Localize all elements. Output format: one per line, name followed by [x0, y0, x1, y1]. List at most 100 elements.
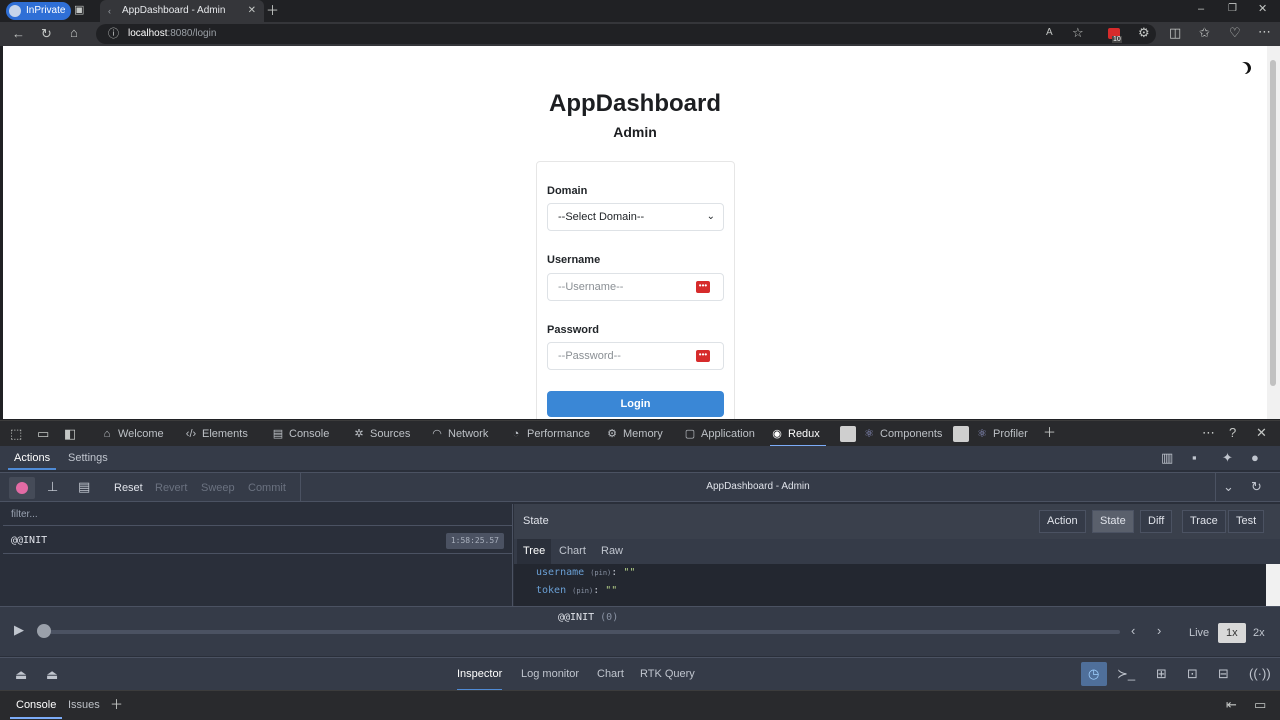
instance-selector[interactable]: AppDashboard - Admin	[300, 473, 1216, 501]
tab-state[interactable]: State	[1092, 510, 1134, 533]
github-icon[interactable]: ●	[1251, 450, 1259, 465]
scrollbar-thumb[interactable]	[1270, 60, 1276, 386]
bottom-panel-icon[interactable]: ⊟	[1218, 666, 1229, 682]
page-scrollbar[interactable]	[1267, 46, 1280, 419]
window-close-icon[interactable]: ✕	[1258, 4, 1267, 15]
tab-actions-icon[interactable]: ▣	[74, 5, 84, 16]
move-drawer-icon[interactable]: ⇤	[1226, 698, 1237, 711]
settings-more-icon[interactable]: ⋯	[1258, 25, 1271, 38]
tab-rtk-query[interactable]: RTK Query	[640, 658, 695, 691]
state-scrollbar[interactable]	[1266, 564, 1280, 606]
tab-action[interactable]: Action	[1039, 510, 1086, 533]
devtools-tab-profiler[interactable]: ⚛ Profiler	[953, 421, 1028, 447]
export-icon[interactable]: ⏏	[46, 667, 58, 683]
tab-test[interactable]: Test	[1228, 510, 1265, 533]
right-panel-icon[interactable]: ⊡	[1187, 666, 1198, 682]
play-icon[interactable]: ▶	[14, 622, 24, 638]
twitter-icon[interactable]: ✦	[1222, 450, 1233, 466]
devtools-tab-redux[interactable]: ◉ Redux	[770, 421, 826, 447]
refresh-icon[interactable]: ↻	[41, 27, 52, 40]
pin-icon[interactable]: ⊥	[47, 479, 58, 495]
speed-1x[interactable]: 1x	[1218, 623, 1246, 643]
tree-row[interactable]: username (pin): ""	[536, 567, 635, 578]
sweep-button[interactable]: Sweep	[201, 479, 235, 497]
device-emulation-icon[interactable]: ▭	[37, 427, 49, 440]
devtools-tab-network[interactable]: ◠ Network	[430, 421, 488, 447]
tab-actions[interactable]: Actions	[8, 446, 57, 470]
more-tabs-plus-icon[interactable]: ＋	[1043, 426, 1056, 439]
previous-icon[interactable]: ‹	[1131, 623, 1135, 638]
tab-inspector[interactable]: Inspector	[457, 658, 503, 691]
devtools-tab-application[interactable]: ▢ Application	[683, 421, 755, 447]
drawer-tab-issues[interactable]: Issues	[68, 691, 100, 719]
close-devtools-icon[interactable]: ✕	[1256, 426, 1267, 439]
domain-select[interactable]: --Select Domain-- ⌄	[547, 203, 724, 231]
reset-button[interactable]: Reset	[114, 479, 143, 497]
slider-handle[interactable]	[37, 624, 51, 638]
import-icon[interactable]: ⏏	[15, 667, 27, 683]
browser-essentials-icon[interactable]: ♡	[1229, 26, 1241, 39]
password-manager-icon[interactable]: •••	[696, 350, 710, 362]
drawer-tab-console[interactable]: Console	[10, 691, 63, 719]
next-icon[interactable]: ›	[1157, 623, 1161, 638]
toggle-sidebar-icon[interactable]: ◧	[64, 427, 76, 440]
tab-settings[interactable]: Settings	[68, 446, 108, 470]
devtools-tab-performance[interactable]: ◔ Performance	[509, 421, 590, 447]
close-drawer-icon[interactable]: ▭	[1254, 698, 1266, 711]
chevron-down-icon[interactable]: ⌄	[1223, 479, 1234, 495]
speed-live[interactable]: Live	[1189, 623, 1209, 643]
tab-close-icon[interactable]: ✕	[248, 0, 256, 22]
tab-trace[interactable]: Trace	[1182, 510, 1226, 533]
home-icon[interactable]: ⌂	[70, 26, 78, 39]
tab-diff[interactable]: Diff	[1140, 510, 1173, 533]
record-toggle-icon[interactable]	[9, 477, 35, 499]
extensions-icon[interactable]: ⚙	[1138, 26, 1150, 39]
tab-log-monitor[interactable]: Log monitor	[521, 658, 579, 691]
browser-tab[interactable]: ‹ AppDashboard - Admin ✕	[100, 0, 264, 22]
favorite-star-icon[interactable]: ☆	[1072, 26, 1084, 39]
inprivate-badge[interactable]: InPrivate	[6, 2, 72, 20]
help-icon[interactable]: ?	[1229, 426, 1236, 439]
tree-row[interactable]: token (pin): ""	[536, 585, 617, 596]
back-icon[interactable]: ←	[12, 27, 25, 40]
left-panel-icon[interactable]: ⊞	[1156, 666, 1167, 682]
slider-track[interactable]	[42, 630, 1120, 634]
password-input[interactable]: --Password-- •••	[547, 342, 724, 370]
speed-2x[interactable]: 2x	[1253, 623, 1265, 643]
tab-raw[interactable]: Raw	[595, 539, 629, 564]
inspect-element-icon[interactable]: ⬚	[10, 427, 22, 440]
tree-pin[interactable]: (pin)	[572, 587, 593, 595]
devtools-tab-sources[interactable]: ✲ Sources	[352, 421, 410, 447]
action-list-item[interactable]: @@INIT 1:58:25.57	[3, 528, 513, 554]
username-input[interactable]: --Username-- •••	[547, 273, 724, 301]
new-tab-icon[interactable]: ＋	[266, 4, 279, 17]
add-drawer-tab-icon[interactable]: ＋	[110, 698, 123, 711]
login-button[interactable]: Login	[547, 391, 724, 417]
tab-chart[interactable]: Chart	[553, 539, 592, 564]
open-window-icon[interactable]: ▥	[1161, 450, 1173, 466]
password-manager-icon[interactable]: •••	[696, 281, 710, 293]
devtools-tab-memory[interactable]: ⚙ Memory	[605, 421, 663, 447]
devtools-tab-components[interactable]: ⚛ Components	[840, 421, 942, 447]
terminal-icon[interactable]: ≻_	[1117, 666, 1135, 682]
devtools-tab-elements[interactable]: ‹/› Elements	[184, 421, 248, 447]
tab-tree[interactable]: Tree	[517, 539, 552, 564]
split-screen-icon[interactable]: ◫	[1169, 26, 1181, 39]
favorites-icon[interactable]: ✩	[1199, 26, 1210, 39]
url-field[interactable]: ⓘ localhost:8080/login	[96, 24, 1156, 44]
feedback-icon[interactable]: ▪	[1192, 450, 1197, 465]
action-filter-input[interactable]: filter...	[3, 504, 513, 526]
dark-mode-toggle-icon[interactable]	[1237, 60, 1253, 76]
restore-icon[interactable]: ❐	[1228, 4, 1237, 14]
more-options-icon[interactable]: ⋯	[1202, 426, 1215, 439]
devtools-tab-welcome[interactable]: ⌂ Welcome	[100, 421, 164, 447]
devtools-tab-console[interactable]: ▤ Console	[271, 421, 330, 447]
revert-button[interactable]: Revert	[155, 479, 187, 497]
sync-icon[interactable]: ↻	[1251, 479, 1262, 495]
read-aloud-icon[interactable]: A	[1046, 28, 1053, 38]
tab-chart-monitor[interactable]: Chart	[597, 658, 624, 691]
lock-icon[interactable]: ▤	[78, 479, 90, 495]
tree-pin[interactable]: (pin)	[590, 569, 611, 577]
minimize-icon[interactable]: –	[1198, 4, 1204, 15]
remote-icon[interactable]: ((·))	[1249, 666, 1271, 681]
